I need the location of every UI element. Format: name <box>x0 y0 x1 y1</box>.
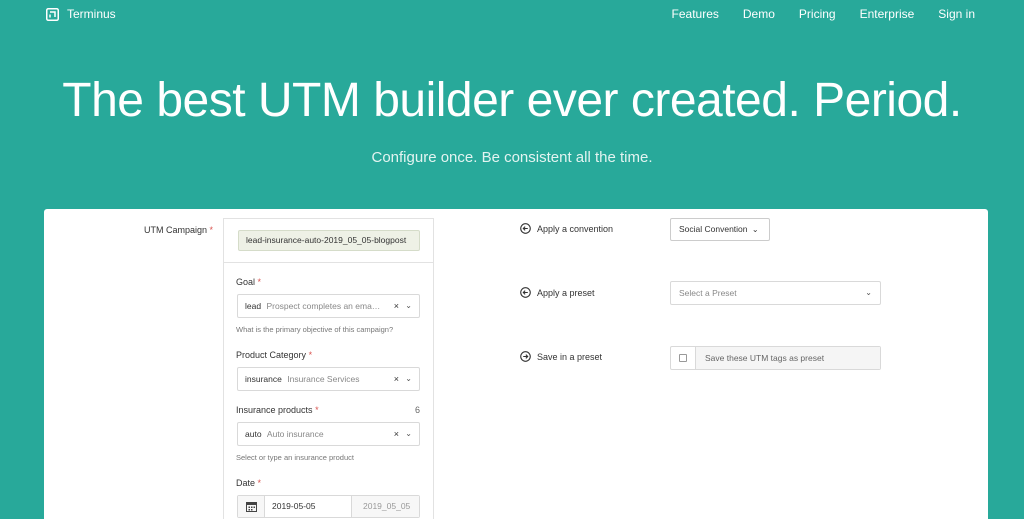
product-category-label-text: Product Category <box>236 350 307 360</box>
utm-campaign-label: UTM Campaign * <box>144 225 213 235</box>
utm-builder-panel: UTM Campaign * lead-insurance-auto-2019_… <box>44 209 988 519</box>
arrow-right-circle-icon <box>520 351 531 362</box>
checkbox-box <box>679 354 687 362</box>
clear-icon[interactable]: × <box>394 295 399 317</box>
chevron-down-icon[interactable]: ⌄ <box>405 423 412 445</box>
nav-link-sign-in[interactable]: Sign in <box>938 7 975 21</box>
date-label-text: Date <box>236 478 256 488</box>
nav-link-features[interactable]: Features <box>672 7 719 21</box>
goal-select[interactable]: lead Prospect completes an ema… × ⌄ <box>237 294 420 318</box>
clear-icon[interactable]: × <box>394 368 399 390</box>
insurance-products-count: 6 <box>414 405 420 415</box>
save-preset-checkbox[interactable] <box>671 347 696 369</box>
preset-placeholder: Select a Preset <box>679 288 737 298</box>
hero-title: The best UTM builder ever created. Perio… <box>62 74 962 127</box>
product-category-code: insurance <box>245 374 282 384</box>
nav-link-enterprise[interactable]: Enterprise <box>860 7 915 21</box>
apply-preset-label: Apply a preset <box>537 287 595 298</box>
terminus-logo-icon <box>46 7 59 21</box>
date-field: 2019-05-05 2019_05_05 <box>237 495 420 518</box>
insurance-products-label: Insurance products * <box>236 405 319 415</box>
goal-code: lead <box>245 301 262 311</box>
preset-select[interactable]: Select a Preset ⌄ <box>670 281 881 305</box>
goal-help-text: What is the primary objective of this ca… <box>236 325 394 334</box>
product-category-label: Product Category * <box>236 350 312 360</box>
apply-convention-row: Apply a convention <box>520 223 613 234</box>
product-category-description: Insurance Services <box>287 374 360 384</box>
required-mark: * <box>308 350 313 360</box>
required-mark: * <box>257 277 262 287</box>
nav-link-pricing[interactable]: Pricing <box>799 7 836 21</box>
hero-subtitle: Configure once. Be consistent all the ti… <box>371 149 653 166</box>
insurance-product-code: auto <box>245 429 262 439</box>
save-preset-text: Save these UTM tags as preset <box>696 347 880 369</box>
brand-logo[interactable]: Terminus <box>46 7 116 21</box>
arrow-left-circle-icon <box>520 223 531 234</box>
utm-campaign-label-text: UTM Campaign <box>144 225 208 235</box>
goal-description: Prospect completes an ema… <box>266 301 381 311</box>
chevron-down-icon: ⌄ <box>865 288 872 297</box>
required-mark: * <box>315 405 319 415</box>
save-preset-row: Save in a preset <box>520 351 602 362</box>
save-preset-label: Save in a preset <box>537 351 603 362</box>
brand-name: Terminus <box>67 7 116 21</box>
arrow-left-circle-icon <box>520 287 531 298</box>
insurance-products-select[interactable]: auto Auto insurance × ⌄ <box>237 422 420 446</box>
required-mark: * <box>209 225 214 235</box>
date-label: Date * <box>236 478 261 488</box>
insurance-products-help-text: Select or type an insurance product <box>236 453 354 462</box>
utm-form-column: lead-insurance-auto-2019_05_05-blogpost … <box>223 218 434 519</box>
nav-link-demo[interactable]: Demo <box>743 7 775 21</box>
date-input[interactable]: 2019-05-05 <box>265 496 352 517</box>
save-preset-field: Save these UTM tags as preset <box>670 346 881 370</box>
campaign-output-wrap: lead-insurance-auto-2019_05_05-blogpost <box>224 219 433 263</box>
chevron-down-icon[interactable]: ⌄ <box>405 295 412 317</box>
convention-dropdown[interactable]: Social Convention ⌄ <box>670 218 770 241</box>
nav-links: Features Demo Pricing Enterprise Sign in <box>672 7 975 21</box>
goal-label-text: Goal <box>236 277 256 287</box>
chevron-down-icon[interactable]: ⌄ <box>405 368 412 390</box>
product-category-select[interactable]: insurance Insurance Services × ⌄ <box>237 367 420 391</box>
calendar-icon-glyph <box>245 502 257 512</box>
convention-value: Social Convention <box>679 224 748 234</box>
top-navigation: Terminus Features Demo Pricing Enterpris… <box>0 0 1024 28</box>
calendar-icon[interactable] <box>238 496 265 517</box>
apply-preset-row: Apply a preset <box>520 287 595 298</box>
date-formatted-value: 2019_05_05 <box>352 496 419 517</box>
goal-label: Goal * <box>236 277 261 287</box>
utm-campaign-value[interactable]: lead-insurance-auto-2019_05_05-blogpost <box>238 230 420 251</box>
insurance-products-label-text: Insurance products <box>236 405 313 415</box>
clear-icon[interactable]: × <box>394 423 399 445</box>
chevron-down-icon: ⌄ <box>751 225 759 234</box>
required-mark: * <box>257 478 262 488</box>
insurance-product-description: Auto insurance <box>266 429 324 439</box>
apply-convention-label: Apply a convention <box>537 223 614 234</box>
